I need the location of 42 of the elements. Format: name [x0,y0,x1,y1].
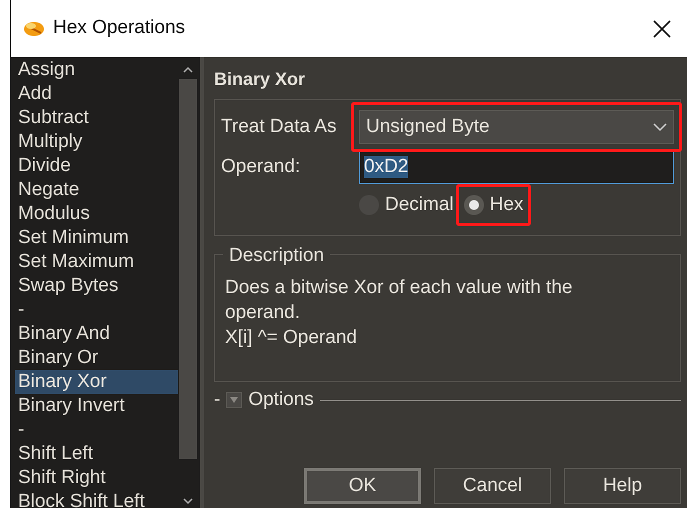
operand-field[interactable]: 0xD2 [359,150,674,184]
chevron-down-icon [653,122,667,132]
description-text: Does a bitwise Xor of each value with the operand. [225,276,574,325]
operation-item[interactable]: Shift Left [15,442,178,466]
operation-item[interactable]: Negate [15,178,178,202]
field-label: Treat Data As [221,114,338,139]
operation-item[interactable]: Binary And [15,322,178,346]
operation-item[interactable]: Add [15,82,178,106]
panel-title: Binary Xor [214,68,306,91]
dash-text: - [214,388,220,412]
operation-item[interactable]: Binary Or [15,346,178,370]
operation-item[interactable]: Set Maximum [15,250,178,274]
operation-item[interactable]: Modulus [15,202,178,226]
operation-item[interactable]: Multiply [15,130,178,154]
field-label: Operand: [221,154,302,179]
group-title: Options [248,388,314,412]
operation-item[interactable]: Swap Bytes [15,274,178,298]
formula-text: X[i] ^= Operand [225,326,358,350]
format-radio[interactable]: Hex [464,192,524,218]
scroll-up-icon[interactable] [182,65,194,75]
expand-toggle[interactable] [226,392,242,408]
scroll-down-icon[interactable] [182,496,194,506]
operation-item[interactable]: Shift Right [15,466,178,490]
operation-item[interactable]: Divide [15,154,178,178]
app-icon [23,20,45,38]
scrollbar-thumb[interactable] [179,79,197,459]
operation-item[interactable]: Subtract [15,106,178,130]
data-type-dropdown[interactable]: Unsigned Byte [359,110,674,144]
dialog-button[interactable]: OK [304,468,421,504]
operation-item[interactable]: - [15,298,178,322]
format-radio[interactable]: Decimal [359,192,454,218]
operation-item[interactable]: Set Minimum [15,226,178,250]
operation-item[interactable]: Binary Xor [15,370,178,394]
caret-icon [230,397,238,403]
operation-item[interactable]: Assign [15,58,178,82]
window-title: Hex Operations [53,16,186,40]
operation-item[interactable]: Binary Invert [15,394,178,418]
dialog-button[interactable]: Help [564,468,681,504]
dialog-button[interactable]: Cancel [434,468,551,504]
operation-item[interactable]: - [15,418,178,442]
close-icon[interactable] [653,20,671,38]
operation-item[interactable]: Block Shift Left [15,490,178,508]
